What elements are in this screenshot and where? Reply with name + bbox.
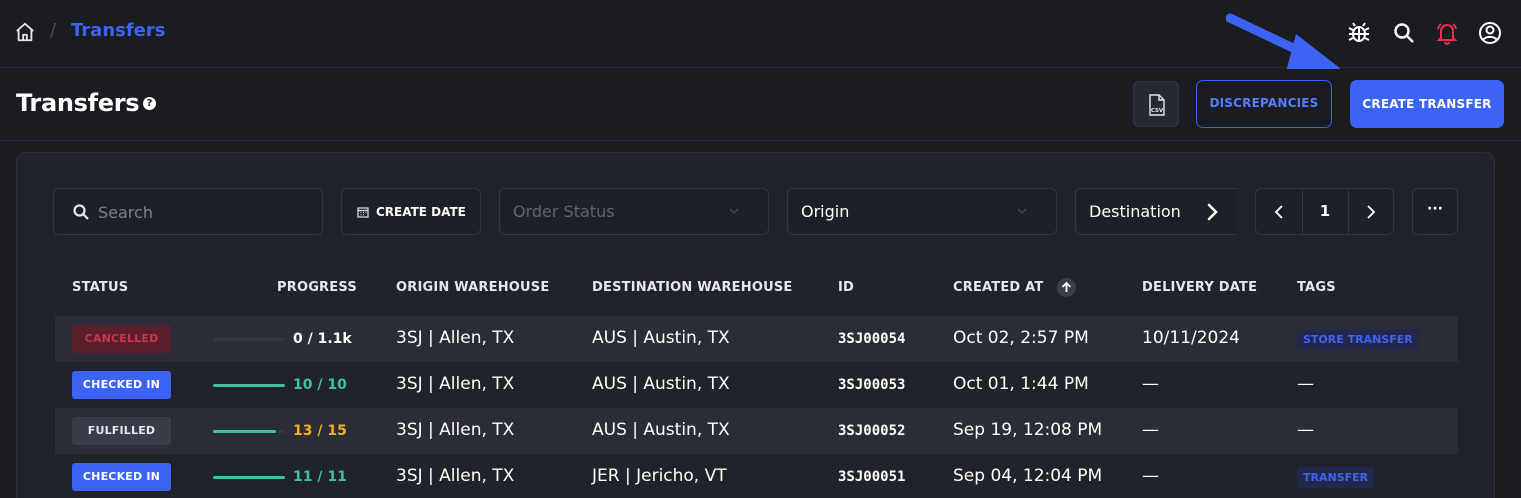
- progress-bar: [213, 384, 285, 387]
- id-cell[interactable]: 3SJ00054: [838, 331, 905, 347]
- chevron-right-icon: [1207, 203, 1218, 221]
- csv-file-icon: CSV: [1149, 94, 1165, 116]
- origin-cell: 3SJ | Allen, TX: [396, 466, 515, 486]
- create-date-label: CREATE DATE: [376, 205, 466, 219]
- column-header-delivery-date[interactable]: DELIVERY DATE: [1142, 280, 1257, 295]
- csv-label: CSV: [1151, 108, 1164, 114]
- id-cell[interactable]: 3SJ00053: [838, 377, 905, 393]
- tag-cell: —: [1297, 420, 1314, 440]
- order-status-placeholder: Order Status: [513, 202, 615, 221]
- pagination: 1: [1255, 188, 1394, 235]
- destination-cell: AUS | Austin, TX: [592, 328, 730, 348]
- origin-label: Origin: [801, 202, 850, 221]
- origin-cell: 3SJ | Allen, TX: [396, 374, 515, 394]
- chevron-down-icon: [1017, 208, 1027, 215]
- chevron-right-icon: [1367, 205, 1376, 219]
- destination-cell: AUS | Austin, TX: [592, 374, 730, 394]
- progress-text: 13 / 15: [293, 423, 347, 439]
- tag-badge: STORE TRANSFER: [1297, 329, 1419, 350]
- delivery-date-cell: —: [1142, 466, 1159, 486]
- column-header-status[interactable]: STATUS: [72, 280, 128, 295]
- sort-ascending-icon[interactable]: [1057, 278, 1076, 297]
- breadcrumb-separator: /: [50, 20, 57, 41]
- search-placeholder: Search: [98, 203, 153, 222]
- column-header-created-at[interactable]: CREATED AT: [953, 280, 1043, 295]
- tag-badge: TRANSFER: [1297, 467, 1375, 488]
- user-account-icon[interactable]: [1477, 20, 1503, 46]
- table-row[interactable]: FULFILLED 13 / 15 3SJ | Allen, TX AUS | …: [55, 408, 1458, 454]
- order-status-select[interactable]: Order Status: [499, 188, 769, 235]
- progress-text: 11 / 11: [293, 469, 347, 485]
- home-icon[interactable]: [14, 21, 36, 43]
- more-options-button[interactable]: ···: [1412, 188, 1458, 235]
- origin-cell: 3SJ | Allen, TX: [396, 328, 515, 348]
- export-csv-button[interactable]: CSV: [1133, 81, 1179, 127]
- progress-bar: [213, 338, 285, 341]
- current-page-number[interactable]: 1: [1302, 202, 1348, 220]
- calendar-icon: [357, 207, 369, 218]
- next-page-button[interactable]: [1348, 189, 1394, 234]
- status-badge: FULFILLED: [72, 417, 171, 445]
- origin-select[interactable]: Origin: [787, 188, 1057, 235]
- search-icon[interactable]: [1391, 20, 1417, 46]
- status-badge: CHECKED IN: [72, 463, 171, 491]
- create-transfer-button[interactable]: CREATE TRANSFER: [1350, 80, 1504, 128]
- page-header: Transfers ? CSV DISCREPANCIES CREATE TRA…: [0, 69, 1521, 141]
- status-badge: CHECKED IN: [72, 371, 171, 399]
- column-header-origin[interactable]: ORIGIN WAREHOUSE: [396, 280, 549, 295]
- progress-text: 0 / 1.1k: [293, 331, 352, 347]
- search-icon: [73, 204, 89, 220]
- progress-text: 10 / 10: [293, 377, 347, 393]
- created-at-cell: Sep 19, 12:08 PM: [953, 420, 1103, 440]
- progress-fill: [213, 430, 276, 433]
- column-header-id[interactable]: ID: [838, 280, 854, 295]
- delivery-date-cell: —: [1142, 374, 1159, 394]
- column-header-progress[interactable]: PROGRESS: [277, 280, 357, 295]
- progress-fill: [213, 384, 285, 387]
- discrepancies-button[interactable]: DISCREPANCIES: [1196, 80, 1332, 128]
- breadcrumb-current[interactable]: Transfers: [71, 20, 165, 41]
- created-at-cell: Sep 04, 12:04 PM: [953, 466, 1103, 486]
- column-header-destination[interactable]: DESTINATION WAREHOUSE: [592, 280, 792, 295]
- chevron-down-icon: [729, 208, 739, 215]
- table-row[interactable]: CHECKED IN 10 / 10 3SJ | Allen, TX AUS |…: [55, 362, 1458, 408]
- progress-bar: [213, 430, 285, 433]
- tag-cell: —: [1297, 374, 1314, 394]
- created-at-cell: Oct 02, 2:57 PM: [953, 328, 1089, 348]
- progress-bar: [213, 476, 285, 479]
- create-date-filter-button[interactable]: CREATE DATE: [341, 188, 481, 235]
- chevron-left-icon: [1274, 205, 1283, 219]
- previous-page-button[interactable]: [1256, 189, 1302, 234]
- status-badge: CANCELLED: [72, 325, 171, 353]
- table-row[interactable]: CHECKED IN 11 / 11 3SJ | Allen, TX JER |…: [55, 454, 1458, 498]
- page-title: Transfers: [16, 89, 140, 117]
- table-row[interactable]: CANCELLED 0 / 1.1k 3SJ | Allen, TX AUS |…: [55, 316, 1458, 362]
- notification-bell-icon[interactable]: [1434, 20, 1460, 46]
- delivery-date-cell: —: [1142, 420, 1159, 440]
- destination-select[interactable]: Destination: [1075, 188, 1237, 235]
- help-icon[interactable]: ?: [143, 97, 156, 110]
- id-cell[interactable]: 3SJ00051: [838, 469, 905, 485]
- destination-cell: AUS | Austin, TX: [592, 420, 730, 440]
- origin-cell: 3SJ | Allen, TX: [396, 420, 515, 440]
- column-header-tags[interactable]: TAGS: [1297, 280, 1336, 295]
- destination-label: Destination: [1089, 202, 1181, 221]
- created-at-cell: Oct 01, 1:44 PM: [953, 374, 1089, 394]
- search-input[interactable]: Search: [53, 188, 323, 235]
- id-cell[interactable]: 3SJ00052: [838, 423, 905, 439]
- progress-fill: [213, 476, 285, 479]
- delivery-date-cell: 10/11/2024: [1142, 328, 1240, 348]
- destination-cell: JER | Jericho, VT: [592, 466, 727, 486]
